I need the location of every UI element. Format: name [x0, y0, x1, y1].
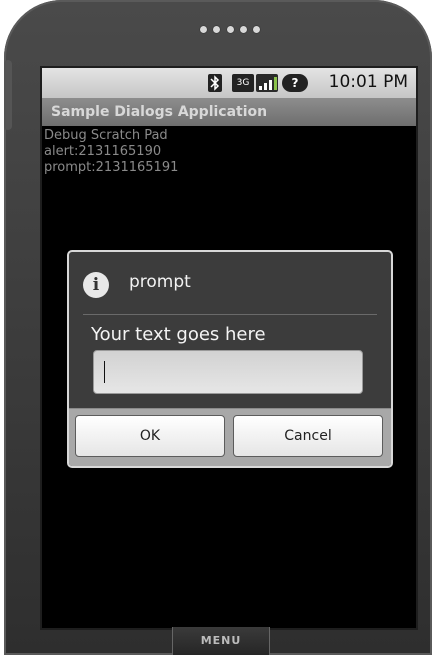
battery-unknown-icon: ? — [282, 74, 308, 92]
side-volume-button[interactable] — [4, 60, 12, 130]
menu-button[interactable]: MENU — [172, 627, 270, 655]
earpiece-speaker — [200, 26, 260, 34]
dialog-header: i prompt — [69, 252, 391, 310]
phone-frame: 3G ? 10:01 PM Sample Dialogs Application… — [4, 0, 432, 655]
prompt-dialog: i prompt Your text goes here OK Cancel — [67, 250, 393, 468]
dialog-divider — [83, 314, 377, 315]
status-clock: 10:01 PM — [328, 72, 408, 92]
bluetooth-icon — [208, 74, 222, 92]
ok-button[interactable]: OK — [75, 415, 225, 457]
dialog-title: prompt — [129, 272, 191, 292]
screen: 3G ? 10:01 PM Sample Dialogs Application… — [40, 66, 418, 630]
scratch-pad: Debug Scratch Pad alert:2131165190 promp… — [44, 128, 178, 176]
prompt-text-input[interactable] — [93, 350, 363, 394]
status-bar: 3G ? 10:01 PM — [42, 68, 416, 98]
scratch-pad-line: prompt:2131165191 — [44, 160, 179, 175]
info-icon: i — [83, 272, 109, 298]
dialog-message: Your text goes here — [91, 324, 266, 345]
cancel-button[interactable]: Cancel — [233, 415, 383, 457]
scratch-pad-heading: Debug Scratch Pad — [44, 128, 168, 143]
signal-icon — [256, 74, 278, 92]
3g-icon: 3G — [232, 74, 254, 92]
app-title-bar: Sample Dialogs Application — [42, 98, 416, 126]
text-cursor — [104, 361, 105, 383]
dialog-button-bar: OK Cancel — [69, 408, 391, 466]
scratch-pad-line: alert:2131165190 — [44, 144, 162, 159]
